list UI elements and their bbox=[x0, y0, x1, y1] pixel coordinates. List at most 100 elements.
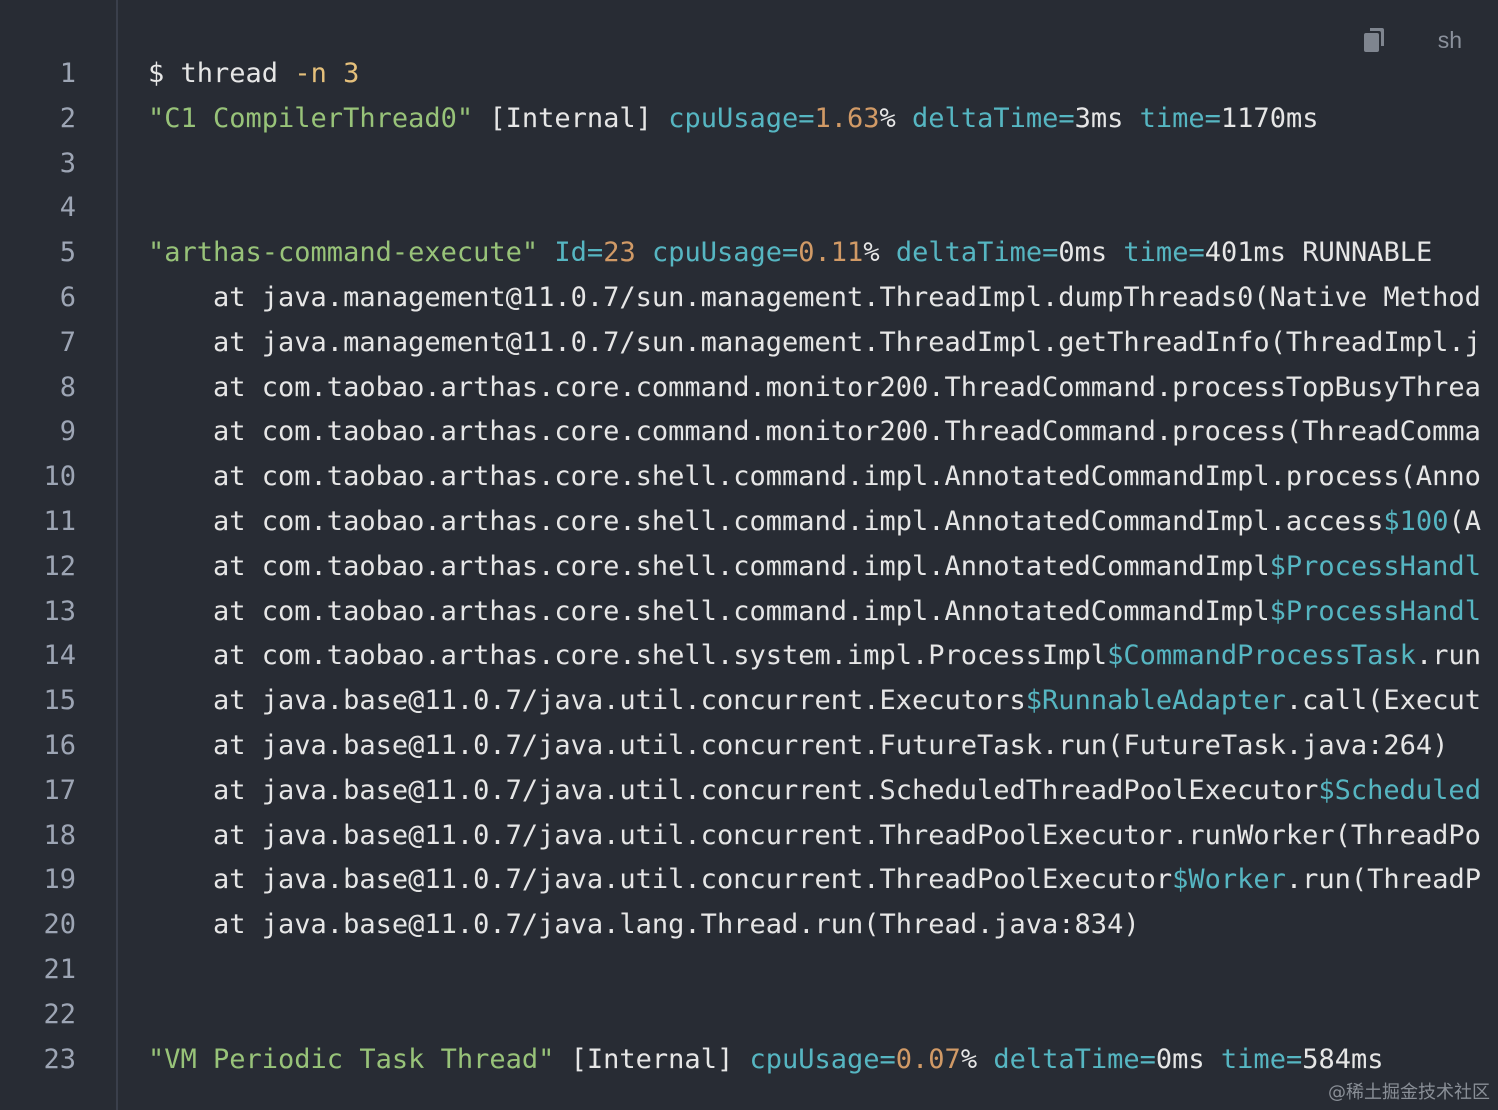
code-token: "arthas-command-execute" bbox=[148, 237, 539, 269]
code-token: % bbox=[960, 1043, 994, 1075]
code-token: at java.base@11.0.7/java.util.concurrent… bbox=[148, 864, 1173, 896]
code-token: at java.base@11.0.7/java.util.concurrent… bbox=[148, 685, 1026, 717]
line-number: 4 bbox=[59, 192, 76, 224]
line-number: 20 bbox=[43, 909, 76, 941]
code-token: 3 bbox=[343, 58, 360, 89]
code-token: 0ms bbox=[1155, 1043, 1221, 1075]
watermark: @稀土掘金技术社区 bbox=[1328, 1082, 1490, 1103]
code-token: cpuUsage= bbox=[668, 102, 815, 134]
code-token: at java.base@11.0.7/java.lang.Thread.run… bbox=[148, 909, 1140, 941]
code-token: at java.base@11.0.7/java.util.concurrent… bbox=[148, 774, 1319, 806]
code-line: at java.management@11.0.7/sun.management… bbox=[148, 276, 1481, 321]
code-token: deltaTime= bbox=[912, 102, 1075, 134]
line-number: 11 bbox=[43, 506, 76, 537]
copy-icon[interactable] bbox=[1362, 26, 1388, 54]
line-number: 5 bbox=[59, 237, 76, 269]
code-token: at com.taobao.arthas.core.command.monito… bbox=[148, 371, 1481, 403]
code-token: $Worker bbox=[1172, 864, 1286, 896]
line-number: 17 bbox=[43, 774, 76, 806]
code-token: cpuUsage= bbox=[651, 237, 799, 269]
line-number: 15 bbox=[43, 685, 76, 717]
line-number: 6 bbox=[59, 282, 76, 313]
line-number-gutter: 1 2 3 4 5 6 7 8 9 10 11 12 13 14 15 16 17 18 19 20 21 22 23 bbox=[0, 0, 118, 1110]
code-line: at com.taobao.arthas.core.shell.command.… bbox=[148, 500, 1481, 545]
code-token: Id= bbox=[554, 237, 604, 269]
code-token: at java.base@11.0.7/java.util.concurrent… bbox=[148, 819, 1481, 851]
code-token: "C1 CompilerThread0" bbox=[148, 102, 474, 134]
code-token: .call(Execut bbox=[1285, 685, 1481, 717]
code-token: at com.taobao.arthas.core.shell.command.… bbox=[148, 550, 1270, 582]
code-token: at com.taobao.arthas.core.command.monito… bbox=[148, 416, 1481, 448]
code-token: 1.63 bbox=[814, 102, 880, 134]
code-line: at java.base@11.0.7/java.util.concurrent… bbox=[148, 858, 1481, 903]
code-line: "C1 CompilerThread0" [Internal] cpuUsage… bbox=[148, 97, 1318, 142]
code-line: "VM Periodic Task Thread" [Internal] cpu… bbox=[148, 1038, 1383, 1083]
code-token: 3ms bbox=[1074, 102, 1140, 134]
code-token: at com.taobao.arthas.core.shell.command.… bbox=[148, 506, 1384, 537]
code-token: $100 bbox=[1383, 506, 1449, 537]
code-token: -n bbox=[294, 58, 327, 89]
code-token: [Internal] bbox=[473, 102, 669, 134]
code-token: at java.management@11.0.7/sun.management… bbox=[148, 326, 1481, 358]
code-token: $CommandProcessTask bbox=[1107, 640, 1416, 672]
code-token: at com.taobao.arthas.core.shell.system.i… bbox=[148, 640, 1108, 672]
line-number: 18 bbox=[43, 819, 76, 851]
code-token: cpuUsage= bbox=[749, 1043, 896, 1075]
code-line: at java.base@11.0.7/java.util.concurrent… bbox=[148, 679, 1481, 724]
code-line: at java.management@11.0.7/sun.management… bbox=[148, 321, 1481, 366]
code-token: 0.11 bbox=[798, 237, 864, 269]
code-content[interactable]: $ thread -n 3 "C1 CompilerThread0" [Inter… bbox=[148, 0, 1486, 1110]
language-label: sh bbox=[1437, 26, 1462, 53]
code-token: time= bbox=[1123, 237, 1205, 269]
code-line: at java.base@11.0.7/java.util.concurrent… bbox=[148, 724, 1448, 769]
line-number: 19 bbox=[43, 864, 76, 896]
code-line: at java.base@11.0.7/java.util.concurrent… bbox=[148, 769, 1481, 814]
code-line: at com.taobao.arthas.core.shell.command.… bbox=[148, 590, 1481, 635]
code-line: $ thread -n 3 bbox=[148, 52, 359, 97]
code-token: 584ms bbox=[1302, 1043, 1384, 1075]
line-number: 10 bbox=[43, 461, 76, 493]
code-token: 23 bbox=[603, 237, 636, 269]
code-token: at java.management@11.0.7/sun.management… bbox=[148, 282, 1481, 313]
copy-icon-graphic bbox=[1363, 28, 1384, 52]
code-token: at com.taobao.arthas.core.shell.command.… bbox=[148, 595, 1270, 627]
code-toolbar: sh bbox=[1362, 26, 1462, 54]
line-number: 23 bbox=[43, 1043, 76, 1075]
code-token: 0ms bbox=[1058, 237, 1124, 269]
code-token: .run(ThreadP bbox=[1285, 864, 1481, 896]
code-token: 0.07 bbox=[895, 1043, 961, 1075]
code-token: $ProcessHandl bbox=[1269, 595, 1481, 627]
code-line: at com.taobao.arthas.core.shell.system.i… bbox=[148, 634, 1481, 679]
code-line: at com.taobao.arthas.core.command.monito… bbox=[148, 366, 1481, 411]
code-token: $ProcessHandl bbox=[1269, 550, 1481, 582]
code-token: .run bbox=[1415, 640, 1481, 672]
code-token: time= bbox=[1220, 1043, 1303, 1075]
line-number: 8 bbox=[59, 371, 76, 403]
code-token: % bbox=[863, 237, 896, 269]
code-token: at com.taobao.arthas.core.shell.command.… bbox=[148, 461, 1481, 493]
code-token: $Scheduled bbox=[1318, 774, 1481, 806]
code-token: "VM Periodic Task Thread" bbox=[148, 1043, 555, 1075]
code-line: at com.taobao.arthas.core.shell.command.… bbox=[148, 455, 1481, 500]
code-line: at com.taobao.arthas.core.command.monito… bbox=[148, 410, 1481, 455]
line-number: 14 bbox=[43, 640, 76, 672]
code-token: $ thread bbox=[148, 58, 295, 89]
line-number: 1 bbox=[59, 58, 76, 89]
line-number: 22 bbox=[43, 998, 76, 1030]
line-number: 7 bbox=[59, 326, 76, 358]
code-token: 1170ms bbox=[1220, 102, 1319, 134]
code-line: at java.base@11.0.7/java.lang.Thread.run… bbox=[148, 903, 1140, 948]
code-line: "arthas-command-execute" Id=23 cpuUsage=… bbox=[148, 231, 1432, 276]
code-token: deltaTime= bbox=[895, 237, 1059, 269]
line-number: 9 bbox=[59, 416, 76, 448]
code-token: $RunnableAdapter bbox=[1025, 685, 1286, 717]
code-line: at com.taobao.arthas.core.shell.command.… bbox=[148, 545, 1481, 590]
code-token: time= bbox=[1139, 102, 1221, 134]
code-line: at java.base@11.0.7/java.util.concurrent… bbox=[148, 814, 1481, 859]
code-token: 401ms RUNNABLE bbox=[1204, 237, 1433, 269]
line-number: 2 bbox=[59, 102, 76, 134]
line-number: 21 bbox=[43, 954, 76, 985]
